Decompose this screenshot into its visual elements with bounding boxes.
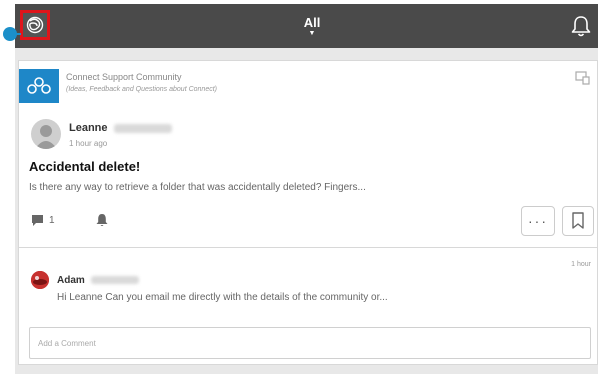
post-time: 1 hour ago — [69, 139, 108, 148]
comment-count: 1 — [49, 215, 55, 226]
redacted-last-name — [113, 123, 172, 133]
reply-avatar-image — [31, 271, 49, 289]
comment-icon — [32, 215, 43, 226]
comment-input[interactable] — [30, 328, 590, 358]
follow-bell-icon — [96, 214, 108, 226]
notifications-button[interactable] — [570, 14, 592, 38]
follow-button[interactable] — [95, 213, 109, 227]
bell-icon — [571, 16, 591, 37]
top-bar: All ▼ — [15, 4, 598, 48]
user-silhouette-icon — [35, 125, 57, 149]
share-button[interactable] — [575, 71, 591, 85]
redacted-last-name — [90, 276, 139, 285]
more-options-button[interactable]: ··· — [521, 206, 555, 236]
feed-filter-dropdown[interactable]: All ▼ — [295, 16, 329, 38]
post-snippet[interactable]: Is there any way to retrieve a folder th… — [29, 182, 366, 193]
comment-count-button[interactable]: 1 — [31, 214, 55, 227]
post-card: Connect Support Community (Ideas, Feedba… — [18, 60, 598, 365]
reply-time: 1 hour — [571, 261, 591, 268]
comment-box[interactable] — [29, 327, 591, 359]
divider — [19, 247, 597, 248]
reply-avatar[interactable] — [31, 271, 49, 289]
app-logo-button[interactable] — [20, 10, 50, 40]
post-author[interactable]: Leanne — [69, 122, 172, 134]
feed-panel: Connect Support Community (Ideas, Feedba… — [15, 48, 598, 374]
tutorial-pointer-line — [15, 33, 21, 35]
feed-filter-label: All — [303, 15, 321, 30]
post-title[interactable]: Accidental delete! — [29, 159, 140, 174]
reply-author[interactable]: Adam — [57, 275, 139, 286]
caret-down-icon: ▼ — [308, 30, 316, 37]
post-author-name: Leanne — [69, 122, 108, 134]
reply-text[interactable]: Hi Leanne Can you email me directly with… — [57, 292, 388, 303]
community-network-icon — [27, 77, 51, 94]
community-name[interactable]: Connect Support Community — [66, 72, 182, 82]
community-description: (Ideas, Feedback and Questions about Con… — [66, 86, 217, 93]
reply-author-name: Adam — [57, 275, 85, 286]
app-logo-icon — [26, 16, 44, 34]
avatar[interactable] — [31, 119, 61, 149]
bookmark-icon — [572, 212, 584, 229]
bookmark-button[interactable] — [562, 206, 594, 236]
share-icon — [575, 71, 590, 85]
community-logo[interactable] — [19, 69, 59, 103]
